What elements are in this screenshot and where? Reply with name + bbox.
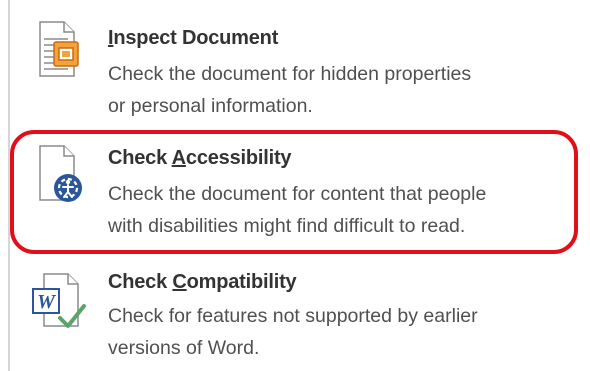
menu-item-description: Check for features not supported by earl… [108, 305, 478, 359]
check-accessibility-icon [24, 142, 88, 206]
menu-item-check-accessibility[interactable]: Check Accessibility Check the document f… [14, 130, 584, 255]
access-key: C [172, 271, 187, 293]
menu-item-inspect-document[interactable]: Inspect Document Check the document for … [14, 0, 584, 125]
menu-item-title: Check Compatibility [108, 271, 297, 293]
menu-item-check-compatibility[interactable]: W Check Compatibility Check for features… [14, 262, 584, 371]
check-compatibility-icon: W [24, 270, 88, 334]
inspect-document-icon [24, 18, 88, 82]
check-for-issues-menu: Inspect Document Check the document for … [14, 0, 584, 371]
menu-item-description: Check the document for content that peop… [108, 183, 487, 237]
menu-item-description: Check the document for hidden properties… [108, 63, 472, 117]
access-key: A [171, 147, 186, 169]
menu-left-border [8, 0, 10, 371]
menu-item-title: Inspect Document [108, 27, 279, 49]
menu-item-title: Check Accessibility [108, 147, 292, 169]
svg-text:W: W [37, 291, 56, 313]
